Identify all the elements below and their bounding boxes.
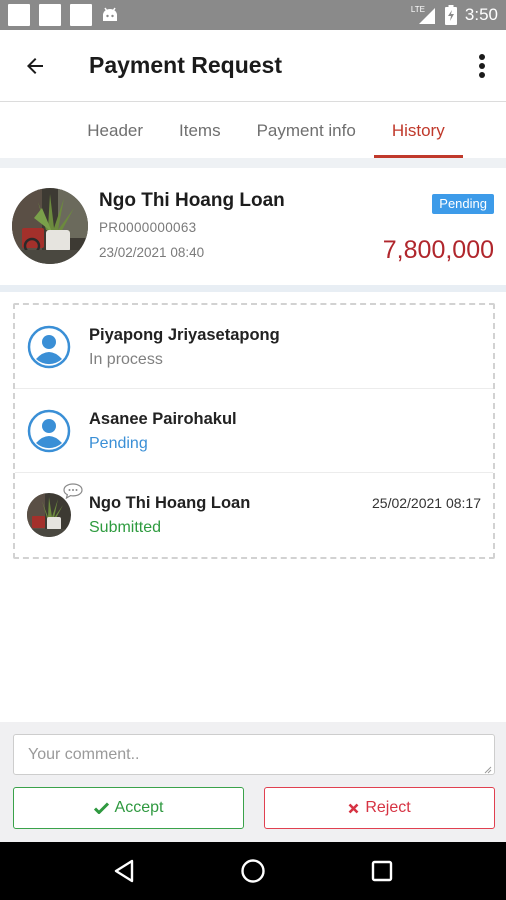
- system-navigation-bar: [0, 842, 506, 900]
- user-placeholder-icon: [27, 325, 71, 369]
- tab-payment-info[interactable]: Payment info: [239, 103, 374, 158]
- status-badge: Pending: [432, 194, 494, 214]
- tab-history[interactable]: History: [373, 103, 463, 158]
- history-user-name: Ngo Thi Hoang Loan: [89, 494, 251, 512]
- status-bar: LTE 3:50: [0, 0, 506, 30]
- nav-home-button[interactable]: [228, 846, 278, 896]
- battery-icon: [444, 5, 457, 25]
- back-button[interactable]: [0, 30, 70, 102]
- notification-icon: [8, 4, 30, 26]
- user-placeholder-icon: [27, 409, 71, 453]
- request-code: PR0000000063: [99, 220, 197, 235]
- circle-home-icon: [241, 859, 265, 883]
- history-status: Submitted: [89, 519, 162, 536]
- comment-bubble-icon: [63, 483, 83, 499]
- tab-items[interactable]: Items: [161, 103, 239, 158]
- history-timestamp: 25/02/2021 08:17: [372, 495, 481, 511]
- history-status: In process: [89, 351, 163, 368]
- user-avatar: [27, 493, 71, 537]
- app-bar: Payment Request: [0, 30, 506, 102]
- history-item[interactable]: Ngo Thi Hoang Loan Submitted 25/02/2021 …: [15, 473, 493, 557]
- request-summary-card: Ngo Thi Hoang Loan PR0000000063 23/02/20…: [0, 168, 506, 285]
- approval-history-list: Piyapong Jriyasetapong In process Asanee…: [13, 303, 495, 559]
- history-item[interactable]: Asanee Pairohakul Pending: [15, 389, 493, 473]
- comment-input[interactable]: [13, 734, 495, 775]
- android-icon: [103, 7, 117, 21]
- notification-icon: [70, 4, 92, 26]
- square-recents-icon: [371, 860, 392, 882]
- notification-icon: [39, 4, 61, 26]
- resize-handle-icon: [484, 766, 492, 774]
- history-user-name: Piyapong Jriyasetapong: [89, 326, 280, 344]
- history-status: Pending: [89, 435, 148, 452]
- history-item[interactable]: Piyapong Jriyasetapong In process: [15, 305, 493, 389]
- section-divider: [0, 158, 506, 168]
- nav-back-button[interactable]: [99, 846, 149, 896]
- page-title: Payment Request: [89, 52, 283, 78]
- check-icon: [93, 802, 109, 814]
- reject-label: Reject: [365, 799, 411, 816]
- request-amount: 7,800,000: [382, 236, 494, 264]
- requester-name: Ngo Thi Hoang Loan: [99, 190, 285, 211]
- tab-bar: Header Items Payment info History: [0, 103, 506, 158]
- more-options-button[interactable]: [458, 30, 506, 102]
- notification-icons: [8, 4, 119, 26]
- more-vertical-icon: [479, 53, 485, 78]
- triangle-back-icon: [115, 859, 134, 883]
- arrow-left-icon: [27, 57, 43, 74]
- nav-recents-button[interactable]: [357, 846, 407, 896]
- signal-icon: LTE: [411, 5, 437, 25]
- accept-label: Accept: [114, 799, 164, 816]
- request-date: 23/02/2021 08:40: [99, 245, 205, 260]
- requester-avatar: [12, 188, 88, 264]
- accept-button[interactable]: Accept: [13, 787, 244, 829]
- close-icon: [348, 803, 359, 813]
- tab-header[interactable]: Header: [69, 103, 161, 158]
- section-divider: [0, 285, 506, 292]
- history-user-name: Asanee Pairohakul: [89, 410, 237, 428]
- action-panel: Accept Reject: [0, 722, 506, 842]
- clock: 3:50: [464, 5, 498, 24]
- reject-button[interactable]: Reject: [264, 787, 495, 829]
